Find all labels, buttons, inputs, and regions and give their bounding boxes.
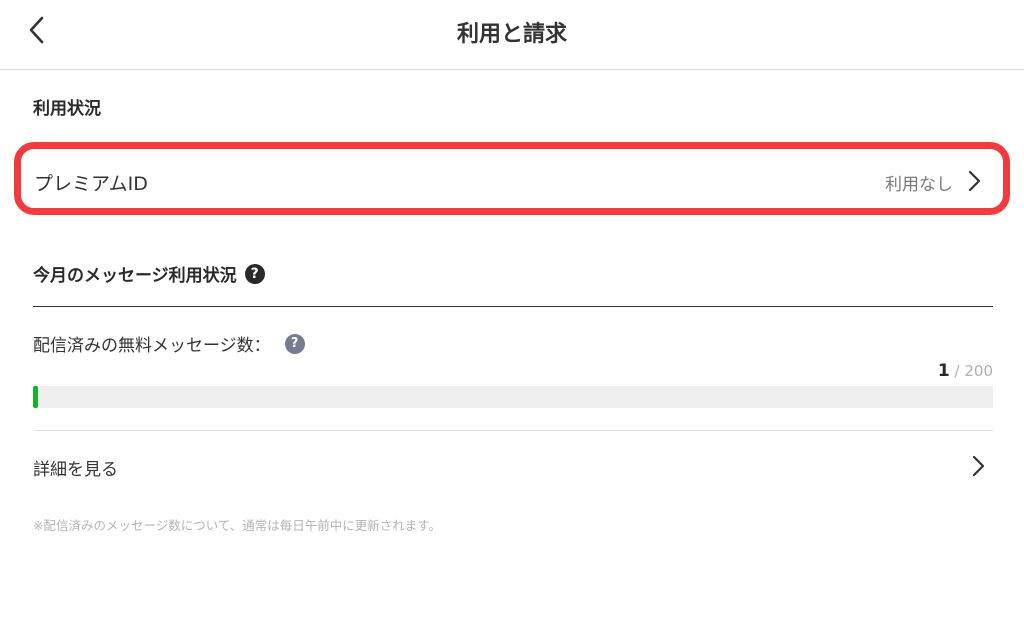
message-count: 1 / 200 [938, 361, 993, 381]
premium-id-label: プレミアムID [34, 173, 148, 195]
message-count-current: 1 [937, 361, 950, 381]
message-progress-fill [33, 386, 38, 408]
header-bar: 利用と請求 [0, 0, 1024, 70]
section-divider [33, 306, 993, 307]
message-count-total: 200 [964, 362, 993, 380]
help-icon[interactable]: ? [284, 333, 305, 354]
message-count-separator: / [949, 362, 965, 380]
usage-section-title: 利用状況 [33, 99, 101, 119]
view-details-label: 詳細を見る [33, 460, 118, 480]
premium-id-row[interactable]: プレミアムID 利用なし [14, 142, 1010, 215]
detail-divider [33, 430, 993, 431]
message-usage-title: 今月のメッセージ利用状況 ? [33, 261, 265, 286]
view-details-row[interactable]: 詳細を見る [33, 444, 993, 488]
chevron-right-icon [963, 168, 985, 194]
help-icon[interactable]: ? [244, 263, 265, 284]
update-footnote: ※配信済みのメッセージ数について、通常は毎日午前中に更新されます。 [33, 518, 441, 533]
chevron-right-icon [967, 453, 989, 479]
premium-id-status: 利用なし [885, 175, 953, 195]
page-title: 利用と請求 [456, 22, 567, 47]
message-usage-title-text: 今月のメッセージ利用状況 [33, 266, 237, 286]
message-progress-bar [33, 386, 993, 408]
sent-messages-label-text: 配信済みの無料メッセージ数： [33, 336, 271, 356]
sent-messages-label: 配信済みの無料メッセージ数： ? [33, 331, 305, 356]
